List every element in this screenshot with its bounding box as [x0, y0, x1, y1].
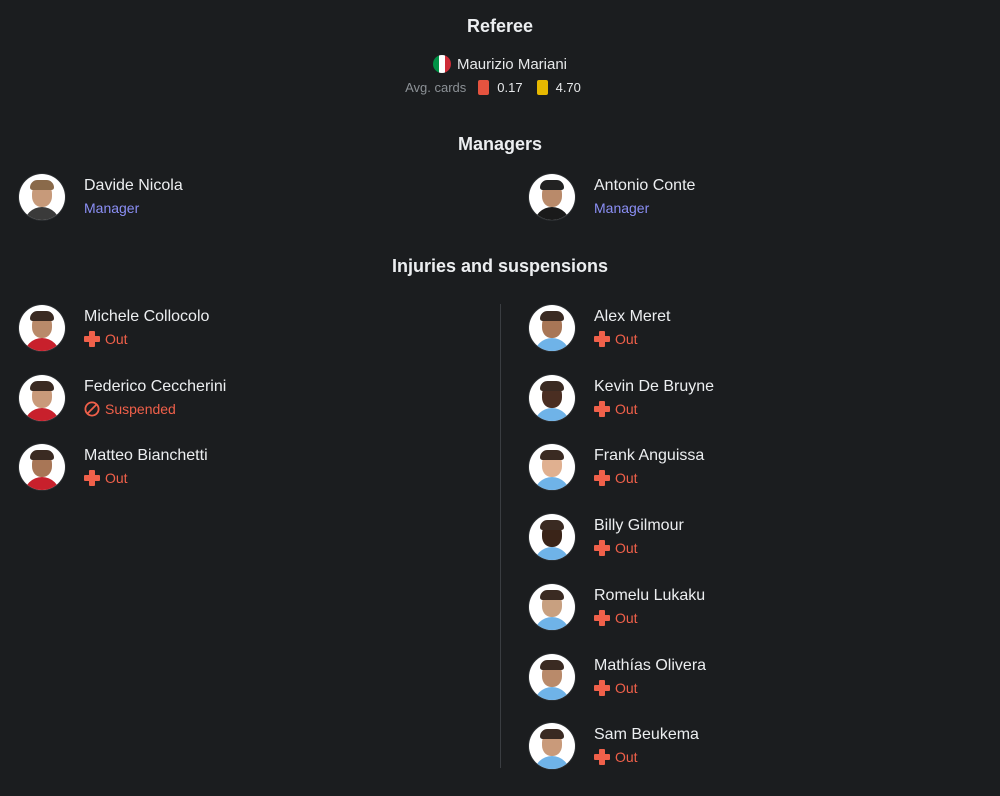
player-avatar: [19, 374, 65, 421]
player-avatar: [529, 444, 575, 491]
player-name: Sam Beukema: [594, 726, 699, 744]
italy-flag-icon: [432, 55, 451, 73]
player-avatar: [529, 514, 575, 561]
player-name: Matteo Bianchetti: [84, 447, 208, 465]
status-label: Out: [615, 400, 638, 417]
manager-name: Antonio Conte: [594, 177, 696, 194]
player-status: Out: [594, 608, 705, 628]
player-status: Out: [594, 468, 704, 488]
red-card-average: 0.17: [497, 80, 523, 95]
status-label: Out: [615, 540, 638, 557]
referee-heading: Referee: [466, 16, 534, 36]
injury-row[interactable]: Sam Beukema Out: [529, 722, 699, 770]
manager-away[interactable]: Antonio Conte Manager: [529, 173, 695, 221]
status-label: Out: [615, 609, 638, 626]
referee-name[interactable]: Maurizio Mariani: [457, 56, 567, 73]
avatar: [529, 174, 575, 220]
plus-icon: [84, 331, 100, 347]
player-status: Out: [594, 538, 684, 558]
injury-row[interactable]: Billy Gilmour Out: [529, 513, 684, 561]
player-name: Romelu Lukaku: [594, 586, 706, 604]
player-status: Out: [594, 678, 706, 698]
player-name: Michele Collocolo: [84, 308, 210, 325]
player-avatar: [529, 583, 575, 630]
player-status: Out: [84, 468, 208, 488]
referee-cards: Avg. cards 0.17 4.70: [0, 80, 1000, 95]
injury-row[interactable]: Michele Collocolo Out: [19, 304, 209, 352]
managers-heading: Managers: [457, 134, 543, 154]
status-label: Out: [105, 331, 128, 347]
plus-icon: [594, 331, 610, 347]
injury-row[interactable]: Romelu Lukaku Out: [529, 583, 705, 631]
manager-name: Davide Nicola: [84, 177, 183, 194]
player-name: Federico Ceccherini: [84, 377, 227, 395]
plus-icon: [84, 470, 100, 487]
referee-row: Maurizio Mariani: [0, 55, 1000, 73]
status-label: Out: [105, 470, 128, 487]
plus-icon: [594, 400, 610, 417]
player-name: Billy Gilmour: [594, 517, 684, 535]
player-avatar: [19, 305, 65, 351]
injury-row[interactable]: Federico Ceccherini Suspended: [19, 374, 226, 422]
ban-icon: [84, 401, 100, 417]
column-divider: [500, 304, 501, 768]
player-name: Frank Anguissa: [594, 447, 705, 465]
manager-home[interactable]: Davide Nicola Manager: [19, 173, 183, 221]
player-avatar: [529, 723, 575, 770]
manager-role: Manager: [594, 200, 650, 216]
plus-icon: [594, 540, 610, 557]
status-label: Out: [615, 679, 638, 696]
injuries-heading: Injuries and suspensions: [391, 256, 609, 276]
status-label: Out: [615, 749, 638, 766]
status-label: Out: [615, 331, 638, 347]
status-label: Out: [615, 470, 638, 487]
player-status: Suspended: [84, 399, 226, 419]
plus-icon: [594, 470, 610, 487]
player-status: Out: [594, 747, 699, 767]
player-status: Out: [84, 329, 209, 349]
injury-row[interactable]: Alex Meret Out: [529, 304, 670, 352]
avg-cards-label: Avg. cards: [405, 80, 467, 95]
player-status: Out: [594, 399, 714, 419]
player-name: Kevin De Bruyne: [594, 377, 715, 395]
player-name: Mathías Olivera: [594, 656, 707, 674]
player-name: Alex Meret: [594, 308, 671, 325]
injury-row[interactable]: Frank Anguissa Out: [529, 443, 704, 491]
yellow-card-average: 4.70: [555, 80, 581, 95]
plus-icon: [594, 609, 610, 626]
player-avatar: [19, 444, 65, 491]
injury-row[interactable]: Mathías Olivera Out: [529, 653, 706, 701]
avatar: [19, 174, 65, 220]
player-avatar: [529, 305, 575, 351]
player-status: Out: [594, 329, 670, 349]
injury-row[interactable]: Kevin De Bruyne Out: [529, 374, 714, 422]
plus-icon: [594, 679, 610, 696]
injury-row[interactable]: Matteo Bianchetti Out: [19, 443, 208, 491]
yellow-card-icon: [536, 80, 548, 95]
red-card-icon: [478, 80, 490, 95]
plus-icon: [594, 749, 610, 766]
player-avatar: [529, 653, 575, 700]
player-avatar: [529, 374, 575, 421]
status-label: Suspended: [105, 400, 176, 417]
manager-role: Manager: [84, 200, 140, 216]
